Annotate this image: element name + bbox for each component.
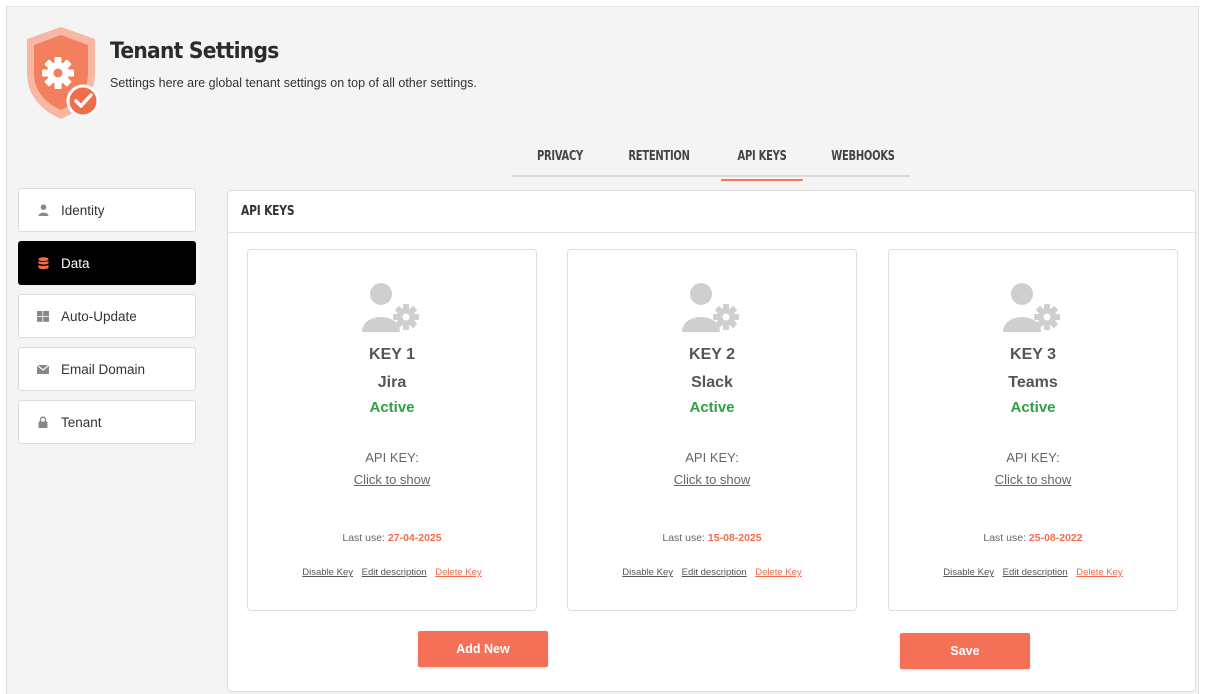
tab-privacy[interactable]: PRIVACY — [531, 149, 589, 177]
save-button[interactable]: Save — [900, 633, 1030, 669]
add-new-button[interactable]: Add New — [418, 631, 548, 667]
delete-key-link[interactable]: Delete Key — [435, 567, 481, 578]
disable-key-link[interactable]: Disable Key — [622, 567, 673, 578]
user-gear-icon — [682, 283, 739, 332]
tab-webhooks[interactable]: WEBHOOKS — [828, 149, 898, 177]
key-name: Slack — [691, 374, 733, 391]
panel-header: API KEYS — [228, 191, 1195, 233]
panel-title: API KEYS — [241, 204, 295, 219]
api-key-card: KEY 2 Slack Active API KEY: Click to sho… — [567, 249, 857, 611]
sidebar-item-email-domain[interactable]: Email Domain — [18, 347, 196, 391]
key-status: Active — [369, 399, 415, 416]
api-keys-panel: API KEYS KEY 1 Jira Active API KEY: Clic… — [227, 190, 1196, 692]
user-icon — [37, 204, 49, 216]
sidebar-item-data[interactable]: Data — [18, 241, 196, 285]
tab-api-keys[interactable]: API KEYS — [721, 149, 803, 181]
last-use: Last use: 27-04-2025 — [248, 532, 536, 544]
settings-sidebar: Identity Data Auto-Update Email Domain T… — [18, 188, 196, 453]
api-key-label: API KEY: — [685, 450, 739, 465]
user-gear-icon — [362, 283, 419, 332]
edit-description-link[interactable]: Edit description — [682, 567, 747, 578]
api-key-card: KEY 1 Jira Active API KEY: Click to show… — [247, 249, 537, 611]
key-name: Teams — [1008, 374, 1058, 391]
api-key-card: KEY 3 Teams Active API KEY: Click to sho… — [888, 249, 1178, 611]
settings-tabs: PRIVACY RETENTION API KEYS WEBHOOKS — [512, 141, 910, 181]
key-actions: Disable Key Edit description Delete Key — [889, 567, 1177, 578]
key-number: KEY 3 — [1010, 346, 1056, 363]
key-status: Active — [1010, 399, 1056, 416]
sidebar-item-label: Identity — [61, 202, 105, 218]
delete-key-link[interactable]: Delete Key — [1076, 567, 1122, 578]
last-use-date: 15-08-2025 — [707, 532, 762, 544]
key-number: KEY 2 — [689, 346, 735, 363]
last-use-label: Last use: — [983, 532, 1026, 544]
lock-icon — [37, 416, 49, 428]
last-use-label: Last use: — [342, 532, 385, 544]
edit-description-link[interactable]: Edit description — [1003, 567, 1068, 578]
database-icon — [37, 256, 49, 269]
api-key-label: API KEY: — [1006, 450, 1060, 465]
delete-key-link[interactable]: Delete Key — [755, 567, 801, 578]
page-title: Tenant Settings — [110, 39, 279, 64]
tab-retention[interactable]: RETENTION — [622, 149, 695, 177]
key-actions: Disable Key Edit description Delete Key — [248, 567, 536, 578]
last-use: Last use: 15-08-2025 — [568, 532, 856, 544]
key-actions: Disable Key Edit description Delete Key — [568, 567, 856, 578]
key-status: Active — [689, 399, 735, 416]
last-use-date: 25-08-2022 — [1028, 532, 1083, 544]
sidebar-item-label: Data — [61, 255, 90, 271]
envelope-icon — [37, 363, 49, 375]
last-use-date: 27-04-2025 — [387, 532, 442, 544]
api-key-label: API KEY: — [365, 450, 419, 465]
sidebar-item-label: Email Domain — [61, 361, 146, 377]
show-key-link[interactable]: Click to show — [248, 472, 536, 487]
last-use: Last use: 25-08-2022 — [889, 532, 1177, 544]
sidebar-item-auto-update[interactable]: Auto-Update — [18, 294, 196, 338]
user-gear-icon — [1003, 283, 1060, 332]
sidebar-item-tenant[interactable]: Tenant — [18, 400, 196, 444]
sidebar-item-identity[interactable]: Identity — [18, 188, 196, 232]
key-name: Jira — [377, 374, 407, 391]
edit-description-link[interactable]: Edit description — [362, 567, 427, 578]
sidebar-item-label: Tenant — [61, 414, 102, 430]
settings-window: Tenant Settings Settings here are global… — [6, 6, 1199, 694]
disable-key-link[interactable]: Disable Key — [943, 567, 994, 578]
last-use-label: Last use: — [662, 532, 705, 544]
shield-gear-logo-icon — [27, 27, 100, 119]
sidebar-item-label: Auto-Update — [61, 308, 137, 324]
show-key-link[interactable]: Click to show — [568, 472, 856, 487]
show-key-link[interactable]: Click to show — [889, 472, 1177, 487]
page-subtitle: Settings here are global tenant settings… — [110, 76, 477, 90]
key-number: KEY 1 — [369, 346, 415, 363]
windows-icon — [37, 310, 49, 322]
disable-key-link[interactable]: Disable Key — [302, 567, 353, 578]
